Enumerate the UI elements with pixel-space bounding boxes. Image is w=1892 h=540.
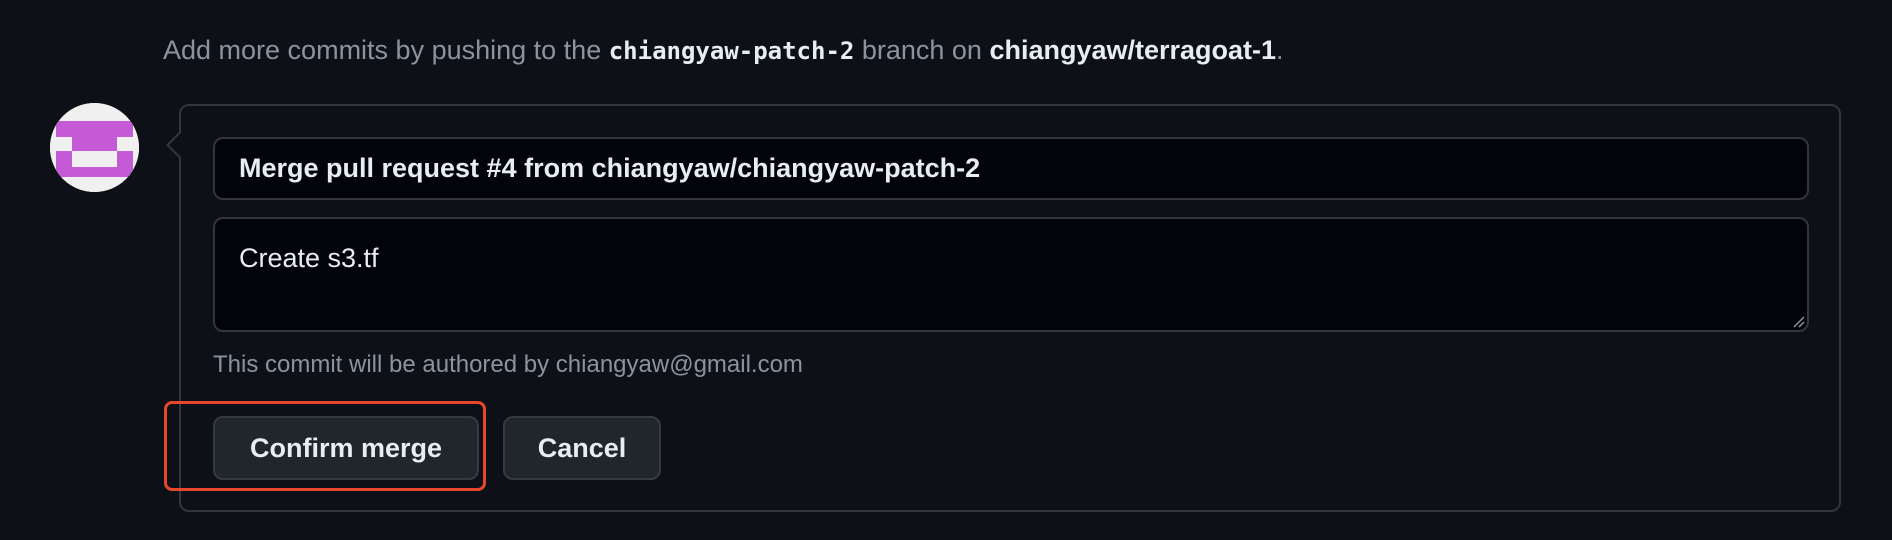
- confirm-merge-button[interactable]: Confirm merge: [213, 416, 479, 480]
- resize-grip-icon[interactable]: [1791, 314, 1805, 328]
- identicon-avatar-icon: [50, 103, 139, 192]
- hint-suffix: .: [1276, 35, 1284, 65]
- panel-pointer-fill: [169, 133, 181, 157]
- branch-name: chiangyaw-patch-2: [608, 37, 855, 65]
- repo-name: chiangyaw/terragoat-1: [989, 35, 1277, 65]
- hint-middle: branch on: [854, 35, 990, 65]
- author-note: This commit will be authored by chiangya…: [213, 351, 803, 378]
- commit-title-input[interactable]: [213, 137, 1809, 200]
- merge-section: Add more commits by pushing to the chian…: [0, 0, 1892, 540]
- push-hint: Add more commits by pushing to the chian…: [163, 30, 1284, 71]
- avatar: [50, 103, 139, 192]
- hint-prefix: Add more commits by pushing to the: [163, 35, 609, 65]
- commit-body-textarea[interactable]: Create s3.tf: [213, 217, 1809, 332]
- cancel-button[interactable]: Cancel: [503, 416, 661, 480]
